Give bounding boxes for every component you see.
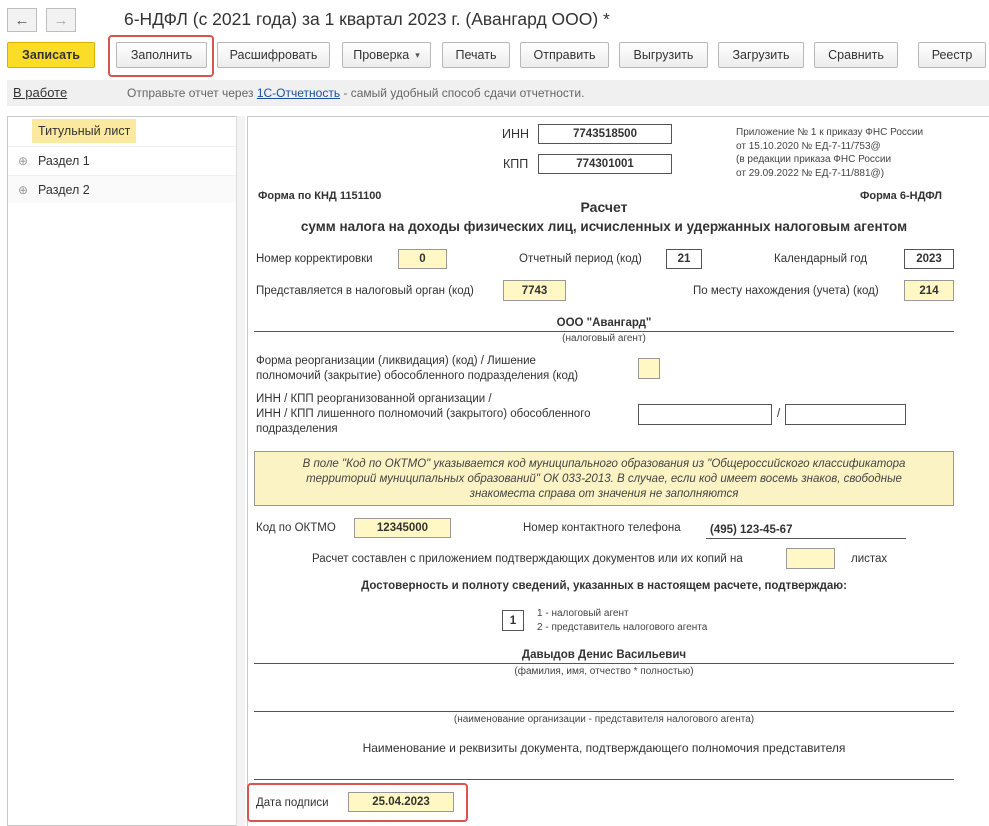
tree-item-label: Раздел 2: [38, 182, 90, 197]
arrow-right-icon: →: [53, 11, 69, 29]
form-heading: Расчет: [580, 199, 628, 215]
reorg-label-1: Форма реорганизации (ликвидация) (код) /…: [256, 355, 536, 367]
signer-underline: [254, 663, 954, 664]
agent-underline: [254, 331, 954, 332]
signer-option-1: 1 - налоговый агент: [537, 608, 629, 619]
reorg-inn-label-1: ИНН / КПП реорганизованной организации /: [256, 393, 492, 405]
correction-field[interactable]: 0: [398, 249, 447, 269]
status-hint-before: Отправьте отчет через: [127, 86, 257, 100]
kpp-label: КПП: [503, 157, 529, 171]
status-hint: Отправьте отчет через 1С-Отчетность - са…: [127, 86, 584, 100]
send-button[interactable]: Отправить: [520, 42, 609, 68]
appendix-line: от 15.10.2020 № ЕД-7-11/753@: [736, 140, 881, 152]
report-form: ИНН 7743518500 КПП 774301001 Приложение …: [247, 116, 989, 826]
appendix-line: от 29.09.2022 № ЕД-7-11/881@): [736, 167, 885, 179]
forward-button[interactable]: →: [46, 8, 76, 32]
save-button[interactable]: Записать: [7, 42, 95, 68]
signer-name[interactable]: Давыдов Денис Васильевич: [254, 649, 954, 661]
oktmo-note-line: В поле "Код по ОКТМО" указывается код му…: [302, 458, 906, 470]
signer-code-field[interactable]: 1: [502, 610, 524, 631]
tree-item-section-2[interactable]: ⊕ Раздел 2: [8, 175, 236, 203]
registry-button[interactable]: Реестр: [918, 42, 986, 68]
appendix-note: Приложение № 1 к приказу ФНС России от 1…: [736, 126, 923, 180]
inn-field[interactable]: 7743518500: [538, 124, 672, 144]
confirm-text: Достоверность и полноту сведений, указан…: [361, 580, 847, 592]
check-button-label: Проверка: [353, 48, 410, 62]
status-bar: В работе Отправьте отчет через 1С-Отчетн…: [7, 80, 989, 106]
sheets-field[interactable]: [786, 548, 835, 569]
back-button[interactable]: ←: [7, 8, 37, 32]
agent-caption: (налоговый агент): [562, 333, 646, 344]
reorg-form-field[interactable]: [638, 358, 660, 379]
tree-item-section-1[interactable]: ⊕ Раздел 1: [8, 146, 236, 174]
location-field[interactable]: 214: [904, 280, 954, 301]
status-hint-link[interactable]: 1С-Отчетность: [257, 86, 340, 100]
proxy-doc-label: Наименование и реквизиты документа, подт…: [362, 741, 846, 755]
oktmo-note: В поле "Код по ОКТМО" указывается код му…: [254, 451, 954, 506]
status-hint-after: - самый удобный способ сдачи отчетности.: [340, 86, 585, 100]
correction-label: Номер корректировки: [256, 253, 373, 265]
reorg-inn-field[interactable]: [638, 404, 772, 425]
period-field[interactable]: 21: [666, 249, 702, 269]
export-button[interactable]: Выгрузить: [619, 42, 708, 68]
sign-date-highlight: [247, 783, 468, 822]
sheets-label: листах: [851, 553, 888, 565]
period-label: Отчетный период (код): [519, 253, 642, 265]
expand-icon[interactable]: ⊕: [18, 154, 38, 168]
sections-tree: Титульный лист ⊕ Раздел 1 ⊕ Раздел 2: [7, 116, 237, 826]
window-title: 6-НДФЛ (с 2021 года) за 1 квартал 2023 г…: [124, 9, 610, 29]
reorg-inn-label-2: ИНН / КПП лишенного полномочий (закрытог…: [256, 408, 591, 420]
reorg-inn-label-3: подразделения: [256, 423, 338, 435]
signer-caption: (фамилия, имя, отчество * полностью): [514, 666, 694, 677]
tax-org-label: Представляется в налоговый орган (код): [256, 285, 474, 297]
arrow-left-icon: ←: [14, 11, 30, 29]
appendix-docs-label: Расчет составлен с приложением подтвержд…: [312, 553, 743, 565]
location-label: По месту нахождения (учета) (код): [693, 285, 879, 297]
inn-label: ИНН: [502, 127, 530, 141]
phone-underline: [706, 538, 906, 539]
org-caption: (наименование организации - представител…: [453, 714, 755, 725]
year-field[interactable]: 2023: [904, 249, 954, 269]
phone-label: Номер контактного телефона: [523, 522, 681, 534]
check-button[interactable]: Проверка ▾: [342, 42, 431, 68]
status-state-link[interactable]: В работе: [13, 85, 67, 100]
tree-item-label: Титульный лист: [32, 119, 137, 143]
tree-item-title-page[interactable]: Титульный лист: [8, 117, 236, 145]
phone-field[interactable]: (495) 123-45-67: [710, 524, 792, 536]
oktmo-note-line: территорий муниципальных образований" ОК…: [306, 473, 902, 485]
appendix-line: (в редакции приказа ФНС России: [736, 154, 892, 165]
import-button[interactable]: Загрузить: [718, 42, 804, 68]
oktmo-field[interactable]: 12345000: [354, 518, 451, 538]
reorg-label-2: полномочий (закрытие) обособленного подр…: [256, 370, 579, 382]
tree-scrollbar[interactable]: [236, 116, 245, 826]
slash-separator: /: [777, 408, 781, 420]
chevron-down-icon: ▾: [415, 49, 420, 60]
decode-button[interactable]: Расшифровать: [217, 42, 330, 68]
oktmo-note-line: знакоместа справа от значения не заполня…: [469, 488, 739, 500]
agent-name: ООО "Авангард": [556, 317, 652, 329]
kpp-field[interactable]: 774301001: [538, 154, 672, 174]
fill-button-highlight: [108, 35, 214, 77]
tree-item-label: Раздел 1: [38, 153, 90, 168]
expand-icon[interactable]: ⊕: [18, 183, 38, 197]
compare-button[interactable]: Сравнить: [814, 42, 898, 68]
tax-org-field[interactable]: 7743: [503, 280, 566, 301]
signer-option-2: 2 - представитель налогового агента: [537, 622, 708, 633]
appendix-line: Приложение № 1 к приказу ФНС России: [736, 127, 924, 138]
oktmo-label: Код по ОКТМО: [256, 522, 336, 534]
form-subheading: сумм налога на доходы физических лиц, ис…: [300, 219, 908, 234]
org-underline: [254, 711, 954, 712]
print-button[interactable]: Печать: [442, 42, 510, 68]
reorg-kpp-field[interactable]: [785, 404, 906, 425]
year-label: Календарный год: [774, 253, 868, 265]
proxy-doc-underline: [254, 779, 954, 780]
